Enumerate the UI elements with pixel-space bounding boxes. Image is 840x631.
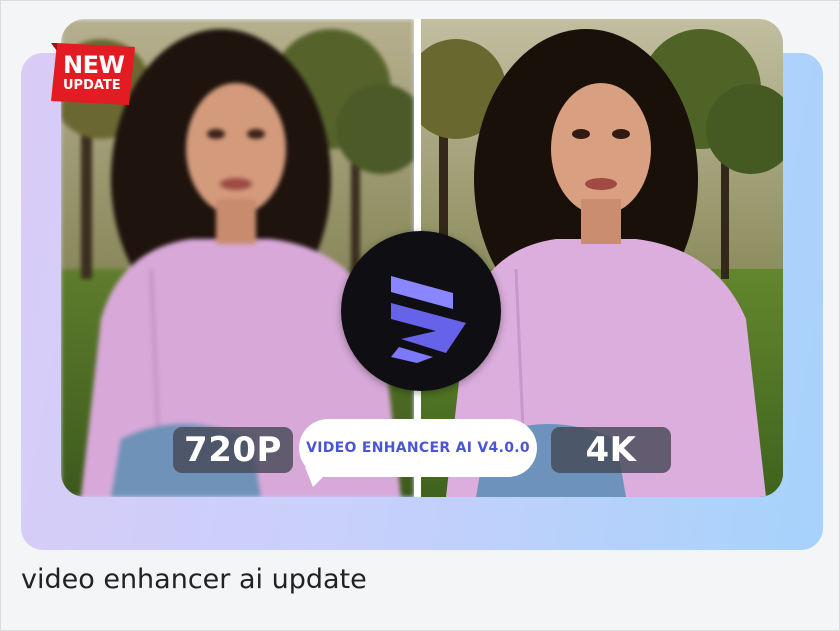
image-caption: video enhancer ai update: [21, 564, 367, 595]
resolution-badge-before: 720P: [173, 427, 293, 473]
new-update-badge: NEW UPDATE: [51, 43, 135, 105]
app-logo: [341, 231, 501, 391]
badge-new-label: NEW: [63, 51, 125, 79]
resolution-badge-after: 4K: [551, 427, 671, 473]
page: 720P 4K VIDEO ENHANCER AI V4.0.0 NEW UPD…: [0, 0, 840, 631]
video-enhancer-logo-icon: [391, 276, 466, 363]
badge-update-label: UPDATE: [63, 78, 121, 93]
version-label: VIDEO ENHANCER AI V4.0.0: [299, 419, 537, 477]
